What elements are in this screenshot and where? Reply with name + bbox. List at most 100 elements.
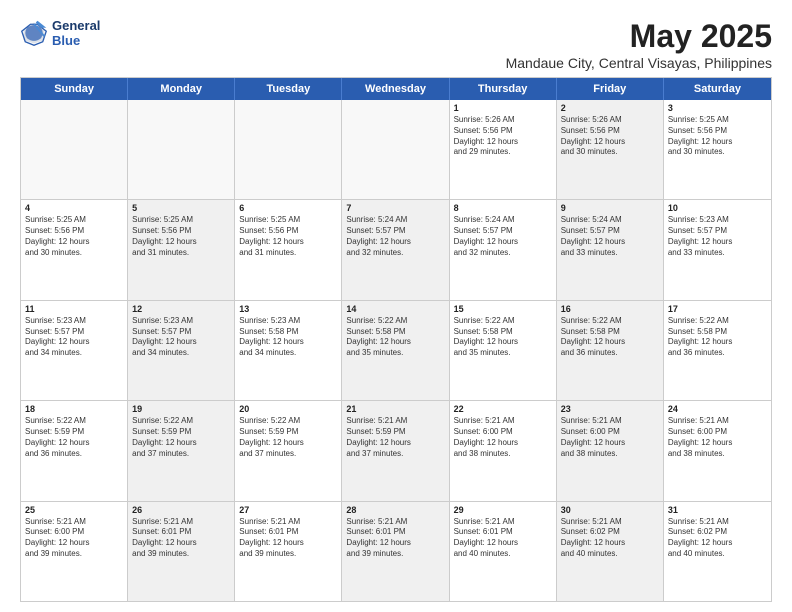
- calendar-cell: [235, 100, 342, 199]
- day-number: 22: [454, 404, 552, 414]
- cell-content: Sunrise: 5:22 AM Sunset: 5:59 PM Dayligh…: [132, 416, 230, 459]
- cell-content: Sunrise: 5:24 AM Sunset: 5:57 PM Dayligh…: [454, 215, 552, 258]
- day-number: 10: [668, 203, 767, 213]
- day-number: 3: [668, 103, 767, 113]
- cell-content: Sunrise: 5:23 AM Sunset: 5:57 PM Dayligh…: [668, 215, 767, 258]
- weekday-header: Monday: [128, 78, 235, 100]
- weekday-header: Friday: [557, 78, 664, 100]
- cell-content: Sunrise: 5:21 AM Sunset: 6:00 PM Dayligh…: [25, 517, 123, 560]
- day-number: 1: [454, 103, 552, 113]
- day-number: 12: [132, 304, 230, 314]
- calendar-cell: 23Sunrise: 5:21 AM Sunset: 6:00 PM Dayli…: [557, 401, 664, 500]
- calendar-cell: 12 Sunrise: 5:23 AM Sunset: 5:57 PM Dayli…: [128, 301, 235, 400]
- day-number: 27: [239, 505, 337, 515]
- day-number: 8: [454, 203, 552, 213]
- calendar-cell: 30Sunrise: 5:21 AM Sunset: 6:02 PM Dayli…: [557, 502, 664, 601]
- cell-content: Sunrise: 5:23 AM Sunset: 5:57 PM Dayligh…: [25, 316, 123, 359]
- day-number: 20: [239, 404, 337, 414]
- day-number: 4: [25, 203, 123, 213]
- calendar-cell: [342, 100, 449, 199]
- day-number: 11: [25, 304, 123, 314]
- cell-content: Sunrise: 5:22 AM Sunset: 5:59 PM Dayligh…: [25, 416, 123, 459]
- cell-content: Sunrise: 5:23 AM Sunset: 5:58 PM Dayligh…: [239, 316, 337, 359]
- calendar-cell: 29Sunrise: 5:21 AM Sunset: 6:01 PM Dayli…: [450, 502, 557, 601]
- calendar-body: 1 Sunrise: 5:26 AM Sunset: 5:56 PM Daylig…: [21, 100, 771, 601]
- day-number: 9: [561, 203, 659, 213]
- weekday-header: Tuesday: [235, 78, 342, 100]
- cell-content: Sunrise: 5:21 AM Sunset: 6:02 PM Dayligh…: [668, 517, 767, 560]
- day-number: 17: [668, 304, 767, 314]
- calendar-cell: 8 Sunrise: 5:24 AM Sunset: 5:57 PM Daylig…: [450, 200, 557, 299]
- cell-content: Sunrise: 5:21 AM Sunset: 6:00 PM Dayligh…: [668, 416, 767, 459]
- day-number: 26: [132, 505, 230, 515]
- logo-text: General Blue: [52, 18, 100, 48]
- cell-content: Sunrise: 5:22 AM Sunset: 5:58 PM Dayligh…: [454, 316, 552, 359]
- cell-content: Sunrise: 5:22 AM Sunset: 5:58 PM Dayligh…: [346, 316, 444, 359]
- day-number: 7: [346, 203, 444, 213]
- calendar-cell: 28Sunrise: 5:21 AM Sunset: 6:01 PM Dayli…: [342, 502, 449, 601]
- cell-content: Sunrise: 5:26 AM Sunset: 5:56 PM Dayligh…: [454, 115, 552, 158]
- cell-content: Sunrise: 5:22 AM Sunset: 5:59 PM Dayligh…: [239, 416, 337, 459]
- day-number: 13: [239, 304, 337, 314]
- calendar-cell: 4 Sunrise: 5:25 AM Sunset: 5:56 PM Daylig…: [21, 200, 128, 299]
- calendar-row: 25 Sunrise: 5:21 AM Sunset: 6:00 PM Dayli…: [21, 502, 771, 601]
- day-number: 18: [25, 404, 123, 414]
- cell-content: Sunrise: 5:21 AM Sunset: 5:59 PM Dayligh…: [346, 416, 444, 459]
- day-number: 21: [346, 404, 444, 414]
- calendar-cell: 1 Sunrise: 5:26 AM Sunset: 5:56 PM Daylig…: [450, 100, 557, 199]
- day-number: 25: [25, 505, 123, 515]
- day-number: 6: [239, 203, 337, 213]
- cell-content: Sunrise: 5:25 AM Sunset: 5:56 PM Dayligh…: [668, 115, 767, 158]
- calendar-cell: 7 Sunrise: 5:24 AM Sunset: 5:57 PM Daylig…: [342, 200, 449, 299]
- calendar-cell: 31 Sunrise: 5:21 AM Sunset: 6:02 PM Dayli…: [664, 502, 771, 601]
- calendar-cell: 3 Sunrise: 5:25 AM Sunset: 5:56 PM Daylig…: [664, 100, 771, 199]
- calendar-cell: 2 Sunrise: 5:26 AM Sunset: 5:56 PM Daylig…: [557, 100, 664, 199]
- calendar-cell: 27Sunrise: 5:21 AM Sunset: 6:01 PM Dayli…: [235, 502, 342, 601]
- cell-content: Sunrise: 5:23 AM Sunset: 5:57 PM Dayligh…: [132, 316, 230, 359]
- weekday-header: Saturday: [664, 78, 771, 100]
- cell-content: Sunrise: 5:22 AM Sunset: 5:58 PM Dayligh…: [668, 316, 767, 359]
- main-title: May 2025: [506, 18, 772, 55]
- calendar-row: 4 Sunrise: 5:25 AM Sunset: 5:56 PM Daylig…: [21, 200, 771, 300]
- calendar-header: SundayMondayTuesdayWednesdayThursdayFrid…: [21, 78, 771, 100]
- calendar-row: 1 Sunrise: 5:26 AM Sunset: 5:56 PM Daylig…: [21, 100, 771, 200]
- cell-content: Sunrise: 5:24 AM Sunset: 5:57 PM Dayligh…: [561, 215, 659, 258]
- day-number: 31: [668, 505, 767, 515]
- calendar-cell: 17 Sunrise: 5:22 AM Sunset: 5:58 PM Dayli…: [664, 301, 771, 400]
- cell-content: Sunrise: 5:21 AM Sunset: 6:01 PM Dayligh…: [132, 517, 230, 560]
- calendar-row: 11 Sunrise: 5:23 AM Sunset: 5:57 PM Dayli…: [21, 301, 771, 401]
- calendar-cell: 25 Sunrise: 5:21 AM Sunset: 6:00 PM Dayli…: [21, 502, 128, 601]
- calendar-cell: 18 Sunrise: 5:22 AM Sunset: 5:59 PM Dayli…: [21, 401, 128, 500]
- weekday-header: Sunday: [21, 78, 128, 100]
- cell-content: Sunrise: 5:25 AM Sunset: 5:56 PM Dayligh…: [25, 215, 123, 258]
- cell-content: Sunrise: 5:21 AM Sunset: 6:02 PM Dayligh…: [561, 517, 659, 560]
- day-number: 29: [454, 505, 552, 515]
- logo-icon: [20, 19, 48, 47]
- calendar-cell: 21 Sunrise: 5:21 AM Sunset: 5:59 PM Dayli…: [342, 401, 449, 500]
- day-number: 5: [132, 203, 230, 213]
- calendar-cell: 26 Sunrise: 5:21 AM Sunset: 6:01 PM Dayli…: [128, 502, 235, 601]
- cell-content: Sunrise: 5:24 AM Sunset: 5:57 PM Dayligh…: [346, 215, 444, 258]
- calendar-cell: [21, 100, 128, 199]
- day-number: 2: [561, 103, 659, 113]
- calendar-cell: 13 Sunrise: 5:23 AM Sunset: 5:58 PM Dayli…: [235, 301, 342, 400]
- day-number: 14: [346, 304, 444, 314]
- calendar-cell: 15 Sunrise: 5:22 AM Sunset: 5:58 PM Dayli…: [450, 301, 557, 400]
- cell-content: Sunrise: 5:26 AM Sunset: 5:56 PM Dayligh…: [561, 115, 659, 158]
- calendar-cell: 10 Sunrise: 5:23 AM Sunset: 5:57 PM Dayli…: [664, 200, 771, 299]
- day-number: 15: [454, 304, 552, 314]
- weekday-header: Thursday: [450, 78, 557, 100]
- calendar-cell: 14 Sunrise: 5:22 AM Sunset: 5:58 PM Dayli…: [342, 301, 449, 400]
- calendar-cell: 9 Sunrise: 5:24 AM Sunset: 5:57 PM Daylig…: [557, 200, 664, 299]
- calendar-cell: 5 Sunrise: 5:25 AM Sunset: 5:56 PM Daylig…: [128, 200, 235, 299]
- calendar-cell: 20 Sunrise: 5:22 AM Sunset: 5:59 PM Dayli…: [235, 401, 342, 500]
- calendar: SundayMondayTuesdayWednesdayThursdayFrid…: [20, 77, 772, 602]
- cell-content: Sunrise: 5:22 AM Sunset: 5:58 PM Dayligh…: [561, 316, 659, 359]
- cell-content: Sunrise: 5:25 AM Sunset: 5:56 PM Dayligh…: [239, 215, 337, 258]
- calendar-row: 18 Sunrise: 5:22 AM Sunset: 5:59 PM Dayli…: [21, 401, 771, 501]
- title-block: May 2025 Mandaue City, Central Visayas, …: [506, 18, 772, 71]
- cell-content: Sunrise: 5:25 AM Sunset: 5:56 PM Dayligh…: [132, 215, 230, 258]
- cell-content: Sunrise: 5:21 AM Sunset: 6:00 PM Dayligh…: [454, 416, 552, 459]
- logo: General Blue: [20, 18, 100, 48]
- calendar-cell: 6 Sunrise: 5:25 AM Sunset: 5:56 PM Daylig…: [235, 200, 342, 299]
